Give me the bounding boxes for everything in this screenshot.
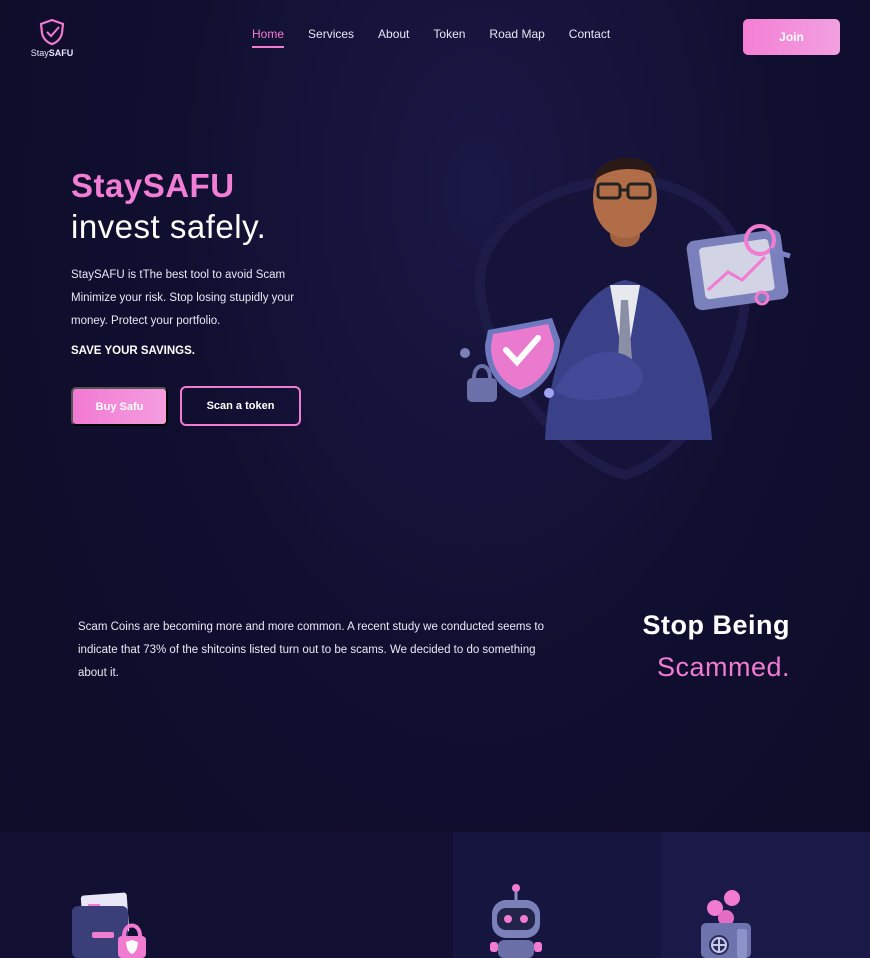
nav-item-road-map[interactable]: Road Map xyxy=(489,27,544,48)
businessman-illustration xyxy=(460,157,791,480)
logo[interactable]: StaySAFU xyxy=(30,18,74,58)
feature-card-wallet[interactable] xyxy=(0,832,453,958)
nav-item-about[interactable]: About xyxy=(378,27,409,48)
hero-subtitle: invest safely. xyxy=(71,208,267,245)
robot-icon xyxy=(490,884,542,958)
scammed-heading: Scammed. xyxy=(656,652,790,682)
safe-coins-icon xyxy=(701,890,751,958)
nav-item-contact[interactable]: Contact xyxy=(569,27,610,48)
wallet-lock-icon xyxy=(72,892,146,958)
nav-item-home[interactable]: Home xyxy=(252,27,285,48)
feature-card-safe[interactable] xyxy=(661,832,870,958)
nav-item-services[interactable]: Services xyxy=(308,27,354,48)
shield-logo-icon xyxy=(39,18,65,46)
hero-title: StaySAFU xyxy=(71,167,235,204)
join-button[interactable]: Join xyxy=(743,19,840,55)
hero-tagline: SAVE YOUR SAVINGS. xyxy=(71,345,195,357)
hero-description: StaySAFU is tThe best tool to avoid Scam… xyxy=(71,269,295,327)
buy-safu-button[interactable]: Buy Safu xyxy=(71,387,168,426)
feature-card-robot[interactable] xyxy=(453,832,661,958)
scan-token-button[interactable]: Scan a token xyxy=(180,386,301,426)
scam-info-text: Scam Coins are becoming more and more co… xyxy=(78,621,544,679)
features-row xyxy=(0,832,870,958)
stop-being-heading: Stop Being xyxy=(642,610,790,640)
page: StaySAFU Home Services About Token Road … xyxy=(0,0,870,958)
nav-item-token[interactable]: Token xyxy=(433,27,465,48)
logo-text: StaySAFU xyxy=(30,48,74,58)
main-nav: Home Services About Token Road Map Conta… xyxy=(252,27,610,48)
